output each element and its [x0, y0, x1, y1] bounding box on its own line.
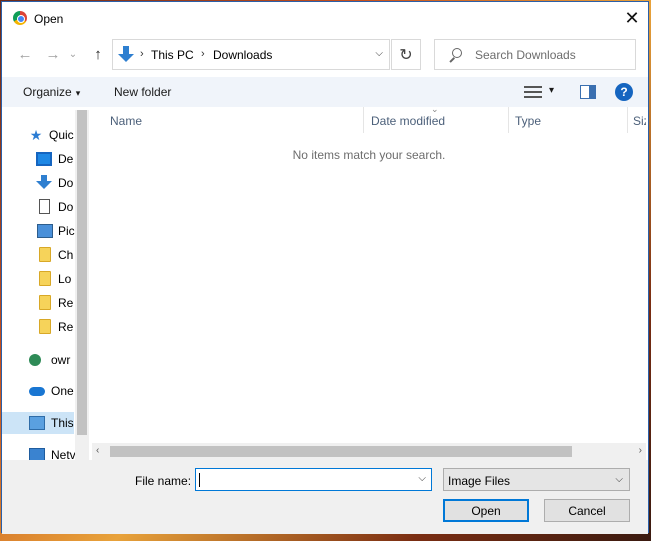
sidebar-item-folder[interactable]: Re: [2, 292, 74, 314]
navigation-scrollbar[interactable]: [75, 110, 89, 462]
search-input[interactable]: Search Downloads: [434, 39, 636, 70]
sidebar-item-label: This: [51, 416, 74, 430]
sidebar-item-pictures[interactable]: Pic: [2, 220, 75, 242]
desktop-icon: [36, 152, 52, 166]
breadcrumb-separator[interactable]: ›: [140, 48, 144, 60]
file-name-input[interactable]: ⌵: [195, 468, 432, 491]
scroll-left-icon[interactable]: ‹: [96, 445, 99, 456]
close-icon: ✕: [624, 7, 640, 28]
up-button[interactable]: ↑: [88, 43, 108, 65]
sidebar-item-label: De: [58, 152, 74, 166]
sidebar-item-onedrive[interactable]: One: [2, 380, 74, 402]
breadcrumb-this-pc[interactable]: This PC: [151, 48, 194, 62]
back-arrow-icon: ←: [17, 45, 33, 63]
title-bar: Open ✕: [2, 2, 648, 34]
pictures-icon: [37, 224, 53, 238]
sidebar-item-quick-access[interactable]: ★ Quic: [2, 124, 74, 146]
column-header-size[interactable]: Size: [633, 114, 646, 128]
open-dialog: Open ✕ ← → ⌄ ↑ › This PC › Downloads ⌵ ↻…: [1, 1, 649, 534]
open-button[interactable]: Open: [443, 499, 529, 522]
address-bar[interactable]: › This PC › Downloads ⌵: [112, 39, 390, 70]
sidebar-item-documents[interactable]: Do: [2, 196, 74, 218]
file-type-value: Image Files: [448, 474, 511, 488]
document-icon: [39, 199, 50, 214]
sidebar-item-folder[interactable]: Lo: [2, 268, 74, 290]
column-header-name[interactable]: Name: [110, 114, 142, 128]
sidebar-item-label: Re: [58, 320, 74, 334]
folder-icon: [39, 295, 51, 310]
sidebar-item-label: Do: [58, 200, 74, 214]
command-toolbar: Organize ▾ New folder ▾ ?: [2, 77, 648, 107]
onedrive-icon: [29, 387, 45, 396]
download-icon: [36, 175, 52, 189]
sidebar-item-label: Lo: [58, 272, 72, 286]
column-header-type[interactable]: Type: [515, 114, 541, 128]
new-folder-button[interactable]: New folder: [114, 85, 171, 99]
view-options-icon[interactable]: [524, 85, 542, 99]
sidebar-item-downloads[interactable]: Do: [2, 172, 74, 194]
empty-state-message: No items match your search.: [292, 148, 446, 162]
close-button[interactable]: ✕: [616, 2, 648, 34]
breadcrumb-downloads[interactable]: Downloads: [213, 48, 272, 62]
search-placeholder: Search Downloads: [475, 48, 576, 62]
search-icon: [448, 48, 462, 62]
preview-pane-icon[interactable]: [580, 85, 596, 99]
cancel-button[interactable]: Cancel: [544, 499, 630, 522]
refresh-button[interactable]: ↻: [391, 39, 421, 70]
sidebar-item-user[interactable]: owr: [2, 349, 74, 371]
this-pc-icon: [29, 416, 45, 430]
chevron-down-icon: ⌄: [68, 48, 78, 60]
chrome-icon: [13, 11, 27, 25]
back-button[interactable]: ←: [15, 43, 35, 65]
sidebar-item-label: One: [51, 384, 74, 398]
file-list[interactable]: Name ⌄ Date modified Type Size No items …: [92, 104, 646, 443]
user-sync-icon: [29, 354, 41, 366]
chevron-down-icon[interactable]: ⌵: [418, 473, 426, 484]
column-divider[interactable]: [508, 107, 509, 133]
sidebar-item-label: Quic: [49, 128, 74, 142]
sidebar-item-folder[interactable]: Ch: [2, 244, 74, 266]
sidebar-item-label: owr: [51, 353, 71, 367]
window-title: Open: [34, 12, 64, 26]
refresh-icon: ↻: [399, 46, 413, 64]
sidebar-item-label: Ch: [58, 248, 74, 262]
organize-button[interactable]: Organize ▾: [23, 85, 80, 99]
sidebar-item-label: Re: [58, 296, 74, 310]
star-icon: ★: [29, 127, 43, 143]
folder-icon: [39, 319, 51, 334]
text-cursor: [199, 473, 200, 487]
file-name-label: File name:: [135, 474, 192, 488]
forward-button[interactable]: →: [43, 43, 63, 65]
sidebar-item-label: Do: [58, 176, 74, 190]
navigation-pane: ★ Quic De Do Do Pic Ch Lo Re Re owr One …: [2, 110, 89, 462]
sidebar-item-desktop[interactable]: De: [2, 148, 74, 170]
chevron-down-icon: ⌵: [615, 474, 623, 485]
horizontal-scrollbar[interactable]: ‹ ›: [92, 443, 646, 460]
organize-label: Organize: [23, 85, 72, 99]
forward-arrow-icon: →: [45, 45, 61, 63]
address-history-dropdown[interactable]: ⌵: [375, 48, 383, 59]
sidebar-item-label: Pic: [58, 224, 75, 238]
column-header-date-modified[interactable]: Date modified: [371, 114, 445, 128]
column-divider[interactable]: [627, 107, 628, 133]
view-options-dropdown[interactable]: ▾: [549, 85, 554, 96]
breadcrumb-separator[interactable]: ›: [201, 48, 205, 60]
scrollbar-thumb[interactable]: [77, 110, 87, 435]
chevron-down-icon: ▾: [75, 88, 81, 98]
downloads-location-icon: [118, 46, 134, 63]
up-arrow-icon: ↑: [94, 45, 102, 63]
column-divider[interactable]: [363, 107, 364, 133]
help-icon[interactable]: ?: [615, 83, 633, 101]
folder-icon: [39, 271, 51, 286]
folder-icon: [39, 247, 51, 262]
dialog-footer: File name: ⌵ Image Files ⌵ Open Cancel: [2, 460, 648, 534]
sidebar-item-folder[interactable]: Re: [2, 316, 74, 338]
sidebar-item-this-pc[interactable]: This: [2, 412, 74, 434]
recent-locations-button[interactable]: ⌄: [66, 43, 80, 65]
file-type-select[interactable]: Image Files ⌵: [443, 468, 630, 491]
scrollbar-thumb[interactable]: [110, 446, 572, 457]
scroll-right-icon[interactable]: ›: [639, 445, 642, 456]
